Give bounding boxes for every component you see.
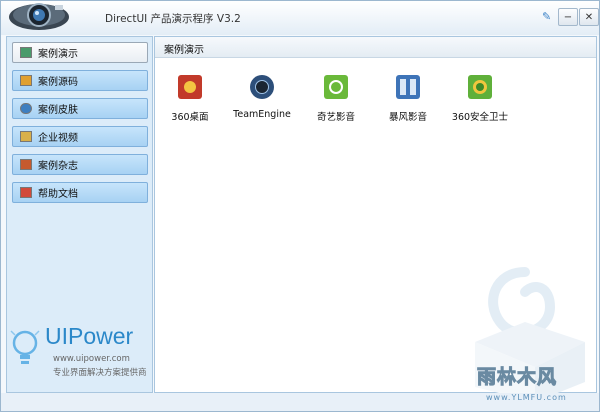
sidebar-item-label: 企业视频 [38,133,78,144]
code-icon [20,75,32,86]
app-label: 暴风影音 [388,112,427,123]
app-teamengine[interactable]: TeamEngine [227,75,297,127]
app-360-desktop[interactable]: 360桌面 [155,75,225,127]
app-label: TeamEngine [233,109,291,120]
sidebar-item-label: 帮助文档 [38,189,78,200]
360-safe-icon [468,75,492,99]
brand-tagline: 专业界面解决方案提供商 [53,368,147,378]
brand-url: www.uipower.com [53,354,130,364]
video-icon [20,131,32,142]
camera-logo-icon [9,3,69,30]
brand-name: UIPower [45,323,134,349]
sidebar-item-label: 案例杂志 [38,161,78,172]
app-baofeng[interactable]: 暴风影音 [373,75,443,127]
sidebar-item-case-skin[interactable]: 案例皮肤 [12,98,148,119]
sidebar-item-label: 案例演示 [38,49,78,60]
sidebar-item-case-source[interactable]: 案例源码 [12,70,148,91]
sidebar-item-case-magazine[interactable]: 案例杂志 [12,154,148,175]
window-title: DirectUI 产品演示程序 V3.2 [105,13,241,25]
pin-icon[interactable]: ✎ [542,10,551,23]
brand-block: UIPower www.uipower.com 专业界面解决方案提供商 [9,323,149,383]
app-qiyi[interactable]: 奇艺影音 [301,75,371,127]
title-bar[interactable]: DirectUI 产品演示程序 V3.2 ✎ − ✕ [1,1,599,35]
app-window: DirectUI 产品演示程序 V3.2 ✎ − ✕ 案例演示 案例源码 案例皮… [0,0,600,412]
sidebar-item-label: 案例皮肤 [38,105,78,116]
watermark-text: 雨林木风 [476,366,558,389]
watermark-url: www.YLMFU.com [486,393,567,402]
qiyi-icon [324,75,348,99]
sidebar-item-help-docs[interactable]: 帮助文档 [12,182,148,203]
sidebar-item-case-demo[interactable]: 案例演示 [12,42,148,63]
magazine-icon [20,159,32,170]
sidebar-item-label: 案例源码 [38,77,78,88]
monitor-icon [20,47,32,58]
content-header: 案例演示 [155,37,596,58]
app-label: 360安全卫士 [451,112,509,123]
baofeng-icon [396,75,420,99]
close-button[interactable]: ✕ [579,8,599,26]
360-desktop-icon [178,75,202,99]
minimize-button[interactable]: − [558,8,578,26]
teamengine-icon [250,75,274,99]
palette-icon [20,103,32,114]
sidebar-item-enterprise-video[interactable]: 企业视频 [12,126,148,147]
app-label: 奇艺影音 [316,112,355,123]
app-360-safe[interactable]: 360安全卫士 [445,75,515,127]
lightbulb-logo-icon [10,330,40,364]
content-panel: 案例演示 360桌面 TeamEngine 奇艺影音 暴风影音 360安全卫士 [154,36,597,402]
app-label: 360桌面 [171,112,209,123]
content-title: 案例演示 [164,45,204,56]
help-icon [20,187,32,198]
